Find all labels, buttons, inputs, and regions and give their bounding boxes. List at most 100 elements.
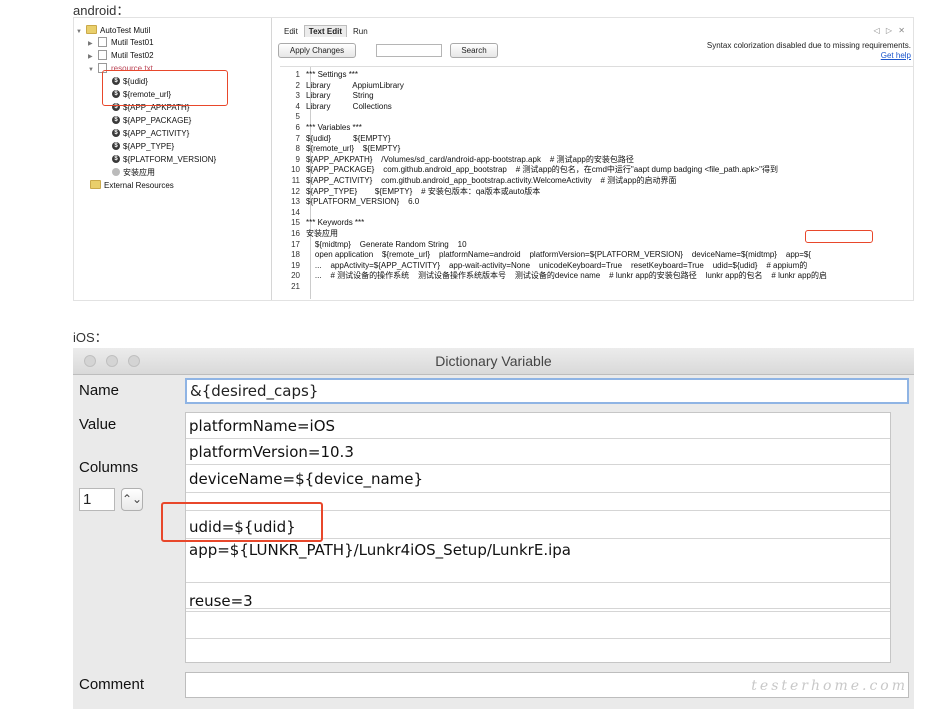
- name-field[interactable]: &{desired_caps}: [185, 378, 909, 404]
- tree-item-mutil-test01[interactable]: ▶ Mutil Test01: [88, 36, 154, 50]
- search-input[interactable]: [376, 44, 442, 57]
- expand-toggle-icon[interactable]: ▶: [88, 38, 98, 50]
- watermark: testerhome.com: [751, 678, 908, 694]
- tree-item-label: External Resources: [104, 181, 174, 190]
- code-text: ${APP_APKPATH} /Volumes/sd_card/android-…: [306, 154, 634, 164]
- get-help-link[interactable]: Get help: [881, 51, 911, 60]
- tab-edit[interactable]: Edit: [280, 26, 302, 37]
- value-row[interactable]: [186, 639, 890, 664]
- code-editor[interactable]: 1 *** Settings *** 2 Library AppiumLibrary 3…: [280, 66, 913, 299]
- code-text: Library AppiumLibrary: [306, 80, 404, 90]
- code-text: ${APP_ACTIVITY} com.github.android_app_b…: [306, 176, 677, 185]
- tab-run[interactable]: Run: [349, 26, 372, 37]
- code-line: 7 ${udid} ${EMPTY}: [280, 134, 391, 143]
- tree-item-keyword[interactable]: 安装应用: [112, 167, 155, 179]
- value-label: Value: [79, 416, 117, 433]
- tree-item-label: ${APP_ACTIVITY}: [123, 129, 190, 138]
- code-text: Library String: [306, 91, 374, 101]
- line-number: 5: [295, 112, 300, 122]
- value-row[interactable]: platformName=iOS: [186, 413, 890, 439]
- line-number: 1: [295, 70, 300, 79]
- code-line: 11 ${APP_ACTIVITY} com.github.android_app…: [280, 176, 677, 185]
- code-line: 9 ${APP_APKPATH} /Volumes/sd_card/android…: [280, 155, 634, 164]
- apply-changes-button[interactable]: Apply Changes: [278, 43, 356, 58]
- code-text: ${APP_TYPE} ${EMPTY} # 安装包版本：qa版本或auto版本: [306, 186, 541, 196]
- line-number: 9: [295, 154, 300, 164]
- columns-field[interactable]: 1: [79, 488, 115, 511]
- code-text: ... # 测试设备的操作系统 测试设备操作系统版本号 测试设备的device …: [306, 271, 828, 281]
- line-number: 17: [291, 239, 300, 249]
- value-row[interactable]: reuse=3: [186, 583, 890, 611]
- variable-icon: $: [112, 141, 120, 150]
- line-number: 12: [291, 186, 300, 196]
- code-text: *** Keywords ***: [306, 218, 365, 228]
- code-text: ${remote_url} ${EMPTY}: [306, 144, 401, 154]
- value-row[interactable]: deviceName=${device_name}: [186, 465, 890, 493]
- highlight-box: [161, 502, 323, 542]
- code-line: 3 Library String: [280, 91, 374, 100]
- value-row[interactable]: app=${LUNKR_PATH}/Lunkr4iOS_Setup/LunkrE…: [186, 539, 890, 583]
- line-number: 14: [291, 207, 300, 217]
- window-title: Dictionary Variable: [435, 353, 552, 369]
- code-line: 16 安装应用: [280, 229, 338, 238]
- tab-text-edit[interactable]: Text Edit: [303, 25, 347, 37]
- code-line: 14: [280, 208, 306, 217]
- highlight-box: [102, 70, 228, 106]
- comment-label: Comment: [79, 676, 145, 693]
- code-text: ${PLATFORM_VERSION} 6.0: [306, 197, 420, 207]
- code-line: 2 Library AppiumLibrary: [280, 81, 404, 90]
- line-number: 10: [291, 165, 300, 175]
- expand-toggle-icon[interactable]: ▶: [88, 51, 98, 63]
- line-number: 13: [291, 197, 300, 207]
- code-text: ${udid} ${EMPTY}: [306, 133, 391, 143]
- variable-icon: $: [112, 115, 120, 124]
- code-line: 12 ${APP_TYPE} ${EMPTY} # 安装包版本：qa版本或auto…: [280, 187, 540, 196]
- dictionary-variable-dialog: Dictionary Variable Name &{desired_caps}…: [73, 348, 914, 709]
- variable-icon: $: [112, 154, 120, 163]
- search-button[interactable]: Search: [450, 43, 498, 58]
- tree-item-autotest-mutil[interactable]: ▼ AutoTest Mutil: [76, 25, 150, 37]
- tree-item-label: ${APP_TYPE}: [123, 142, 175, 151]
- name-label: Name: [79, 382, 120, 399]
- code-line: 15 *** Keywords ***: [280, 218, 364, 227]
- tab-controls[interactable]: ◁ ▷ ✕: [874, 26, 907, 35]
- code-line: 17 ${midtmp} Generate Random String 10: [280, 239, 467, 249]
- code-line: 18 open application ${remote_url} platfo…: [280, 250, 811, 259]
- code-text: ... appActivity=${APP_ACTIVITY} app-wait…: [306, 260, 808, 270]
- folder-icon: [86, 25, 97, 35]
- code-line: 5: [280, 112, 306, 121]
- expand-toggle-icon[interactable]: ▼: [88, 64, 98, 76]
- tree-item-var-app-activity[interactable]: $ ${APP_ACTIVITY}: [112, 128, 189, 140]
- title-bar: Dictionary Variable: [73, 348, 914, 375]
- tree-item-external-resources[interactable]: External Resources: [90, 180, 174, 192]
- code-line: 8 ${remote_url} ${EMPTY}: [280, 144, 401, 154]
- tree-item-label: Mutil Test01: [111, 38, 154, 47]
- tree-item-label: Mutil Test02: [111, 51, 154, 60]
- code-line: 4 Library Collections: [280, 102, 392, 111]
- columns-stepper-icon[interactable]: ⌃⌄: [121, 488, 143, 511]
- line-number: 4: [295, 101, 300, 111]
- columns-label: Columns: [79, 459, 139, 476]
- code-line: 10 ${APP_PACKAGE} com.github.android_app_…: [280, 165, 778, 174]
- ride-editor-screenshot: ▼ AutoTest Mutil ▶ Mutil Test01 ▶ Mutil Tes…: [73, 17, 914, 301]
- tree-item-mutil-test02[interactable]: ▶ Mutil Test02: [88, 49, 154, 63]
- line-number: 15: [291, 218, 300, 228]
- tree-item-var-app-type[interactable]: $ ${APP_TYPE}: [112, 141, 174, 153]
- line-number: 3: [295, 91, 300, 101]
- code-text: Library Collections: [306, 101, 392, 111]
- expand-toggle-icon[interactable]: ▼: [76, 26, 86, 38]
- code-line: 1 *** Settings ***: [280, 70, 358, 79]
- value-row[interactable]: [186, 611, 890, 639]
- code-text: ${midtmp} Generate Random String 10: [306, 239, 467, 249]
- editor-panel: Edit Text Edit Run ◁ ▷ ✕ Apply Changes Sea…: [272, 18, 913, 300]
- line-number: 20: [291, 271, 300, 281]
- code-line: 19 ... appActivity=${APP_ACTIVITY} app-w…: [280, 261, 807, 270]
- code-text: *** Settings ***: [306, 70, 359, 79]
- tree-item-var-app-package[interactable]: $ ${APP_PACKAGE}: [112, 115, 191, 127]
- tree-item-label: ${APP_PACKAGE}: [123, 116, 192, 125]
- file-icon: [98, 49, 107, 60]
- tree-item-var-platform-version[interactable]: $ ${PLATFORM_VERSION}: [112, 154, 216, 166]
- line-number: 16: [291, 229, 300, 238]
- code-line: 21: [280, 282, 306, 291]
- value-row[interactable]: platformVersion=10.3: [186, 439, 890, 465]
